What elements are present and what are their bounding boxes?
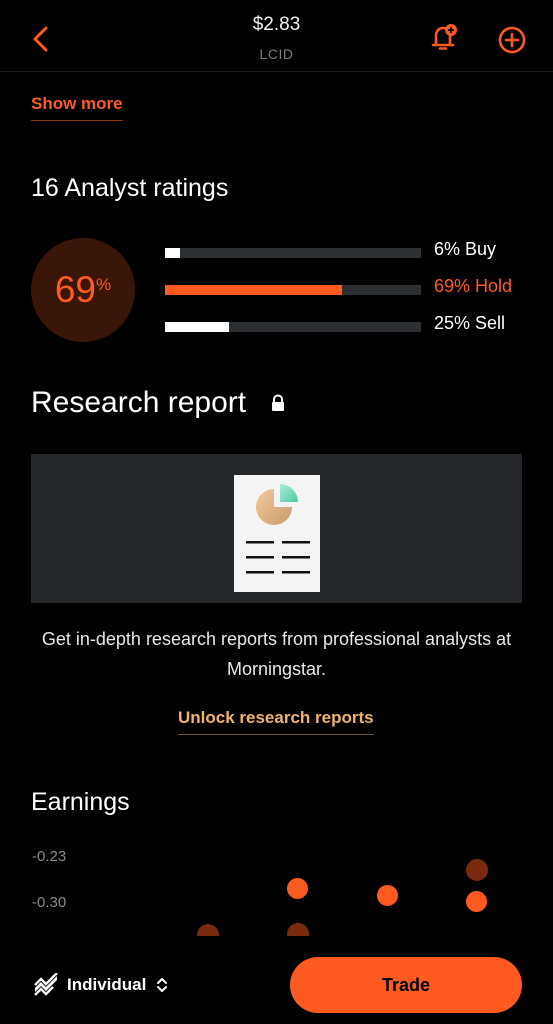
bottom-action-bar: Individual Trade (0, 936, 553, 1024)
consensus-value: 69 (54, 269, 97, 310)
rating-row-sell: 25% Sell (165, 313, 521, 340)
stock-price: $2.83 (252, 14, 301, 35)
rating-bar-fill (165, 285, 342, 295)
show-more-link[interactable]: Show more (31, 94, 123, 121)
top-nav-bar: $2.83 LCID (0, 0, 553, 72)
report-document-illustration (234, 475, 320, 592)
y-tick-label: -0.30 (32, 894, 67, 911)
lock-icon (272, 394, 284, 411)
analyst-ratings-title: 16 Analyst ratings (31, 174, 229, 202)
earnings-actual-dot (377, 885, 398, 906)
stock-ticker: LCID (259, 46, 294, 62)
trade-button[interactable]: Trade (290, 957, 522, 1013)
earnings-title: Earnings (31, 788, 130, 816)
account-selector[interactable]: Individual (33, 973, 168, 997)
rating-label: 69% Hold (434, 276, 513, 296)
rating-bar-track (165, 285, 421, 295)
up-down-chevron-icon (157, 978, 168, 992)
rating-label: 6% Buy (434, 239, 497, 259)
plus-circle-icon[interactable] (496, 24, 528, 56)
pie-chart-icon (246, 484, 310, 574)
earnings-estimate-dot (466, 859, 488, 881)
unlock-research-link[interactable]: Unlock research reports (178, 708, 374, 735)
rating-row-hold: 69% Hold (165, 276, 521, 303)
research-report-title: Research report (31, 386, 247, 419)
rating-bar-track (165, 322, 421, 332)
y-tick-label: -0.23 (32, 848, 67, 865)
rating-bar-fill (165, 322, 229, 332)
research-report-card[interactable] (31, 454, 522, 603)
account-label: Individual (67, 975, 147, 994)
rating-bar-fill (165, 248, 181, 258)
analyst-consensus-badge: 69% (31, 238, 135, 342)
portfolio-chart-icon (34, 973, 58, 996)
earnings-actual-dot (466, 891, 487, 912)
research-description: Get in-depth research reports from profe… (41, 629, 512, 679)
earnings-actual-dot (287, 878, 308, 899)
rating-row-buy: 6% Buy (165, 239, 521, 266)
consensus-unit: % (96, 275, 112, 294)
rating-label: 25% Sell (434, 313, 506, 333)
rating-bar-track (165, 248, 421, 258)
bell-plus-icon[interactable] (428, 22, 460, 54)
